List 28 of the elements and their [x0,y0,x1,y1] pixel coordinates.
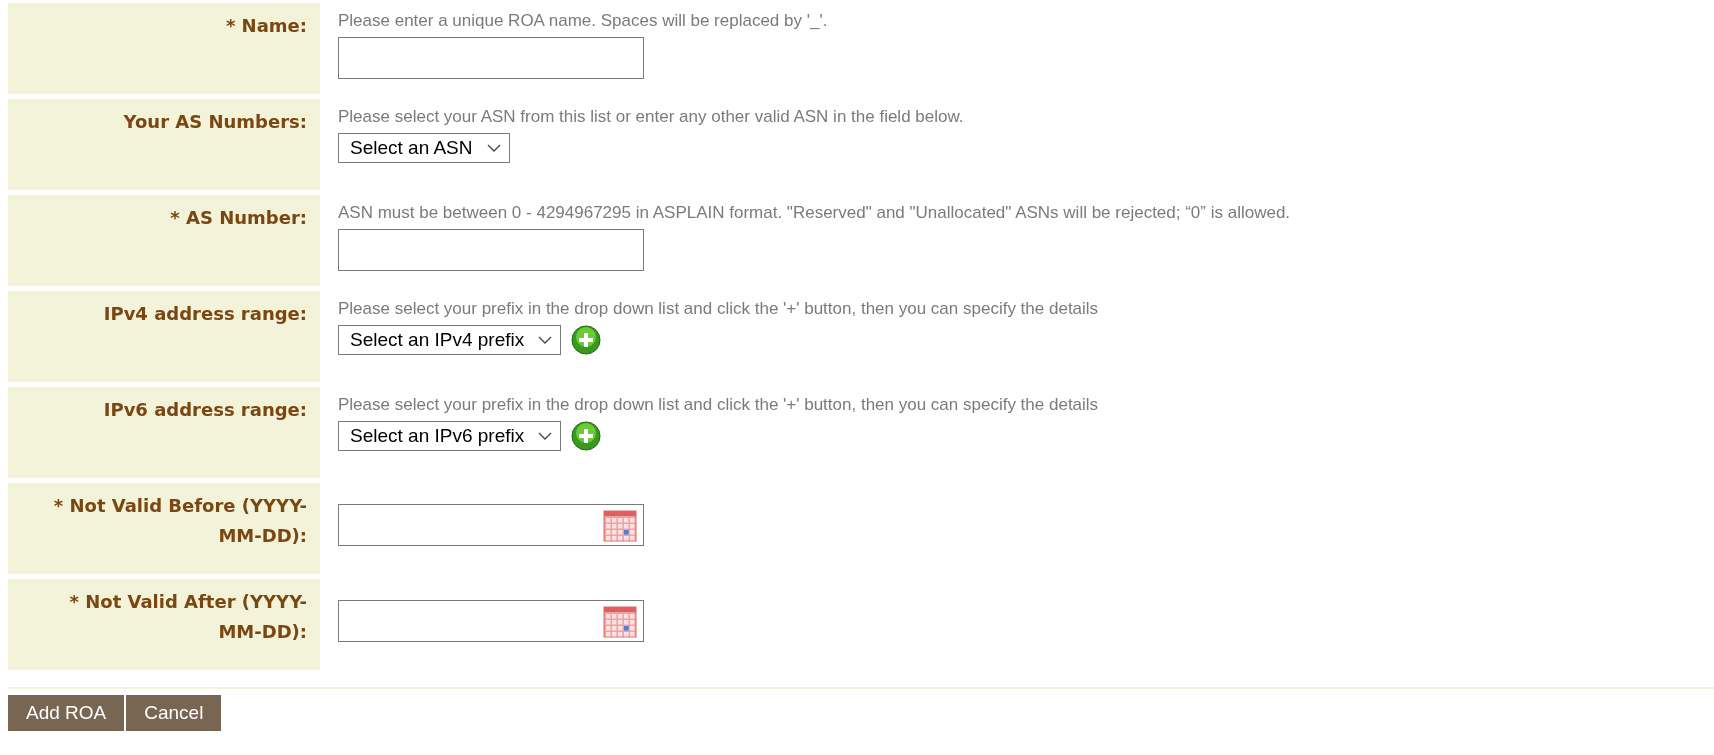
form-button[interactable]: Cancel [126,695,222,731]
field-label: * Not Valid After (YYYY-MM-DD): [68,590,307,644]
input-field[interactable] [338,229,644,271]
hint-text: ASN must be between 0 - 4294967295 in ASPLAIN format. "Reserved" and "Unallocated" ASNs will be rejected; “0” is allowed. [338,202,1291,224]
calendar-icon[interactable] [603,508,637,542]
hint-text: Please select your prefix in the drop down list and click the '+' button, then you can specify the details [338,394,1099,416]
hint-text: Please select your ASN from this list or enter any other valid ASN in the field below. [338,106,964,128]
field-label: * Name: [224,14,307,38]
chevron-down-icon [486,143,501,153]
date-field[interactable] [338,600,644,642]
form-button[interactable]: Add ROA [8,695,125,731]
field-label: * AS Number: [169,206,307,230]
field-label: Your AS Numbers: [122,110,307,134]
field-label: IPv4 address range: [102,302,307,326]
select-dropdown[interactable]: Select an IPv4 prefix [338,325,562,355]
chevron-down-icon [538,431,553,441]
calendar-icon[interactable] [603,604,637,638]
add-icon[interactable] [571,421,602,451]
hint-text: Please enter a unique ROA name. Spaces will be replaced by '_'. [338,10,828,32]
date-field[interactable] [338,504,644,546]
field-label: IPv6 address range: [102,398,307,422]
select-dropdown[interactable]: Select an ASN [338,133,510,163]
hint-text: Please select your prefix in the drop down list and click the '+' button, then you can specify the details [338,298,1099,320]
add-icon[interactable] [571,325,602,355]
field-label: * Not Valid Before (YYYY-MM-DD): [52,494,307,548]
input-field[interactable] [338,37,644,79]
select-dropdown[interactable]: Select an IPv6 prefix [338,421,562,451]
chevron-down-icon [538,335,553,345]
